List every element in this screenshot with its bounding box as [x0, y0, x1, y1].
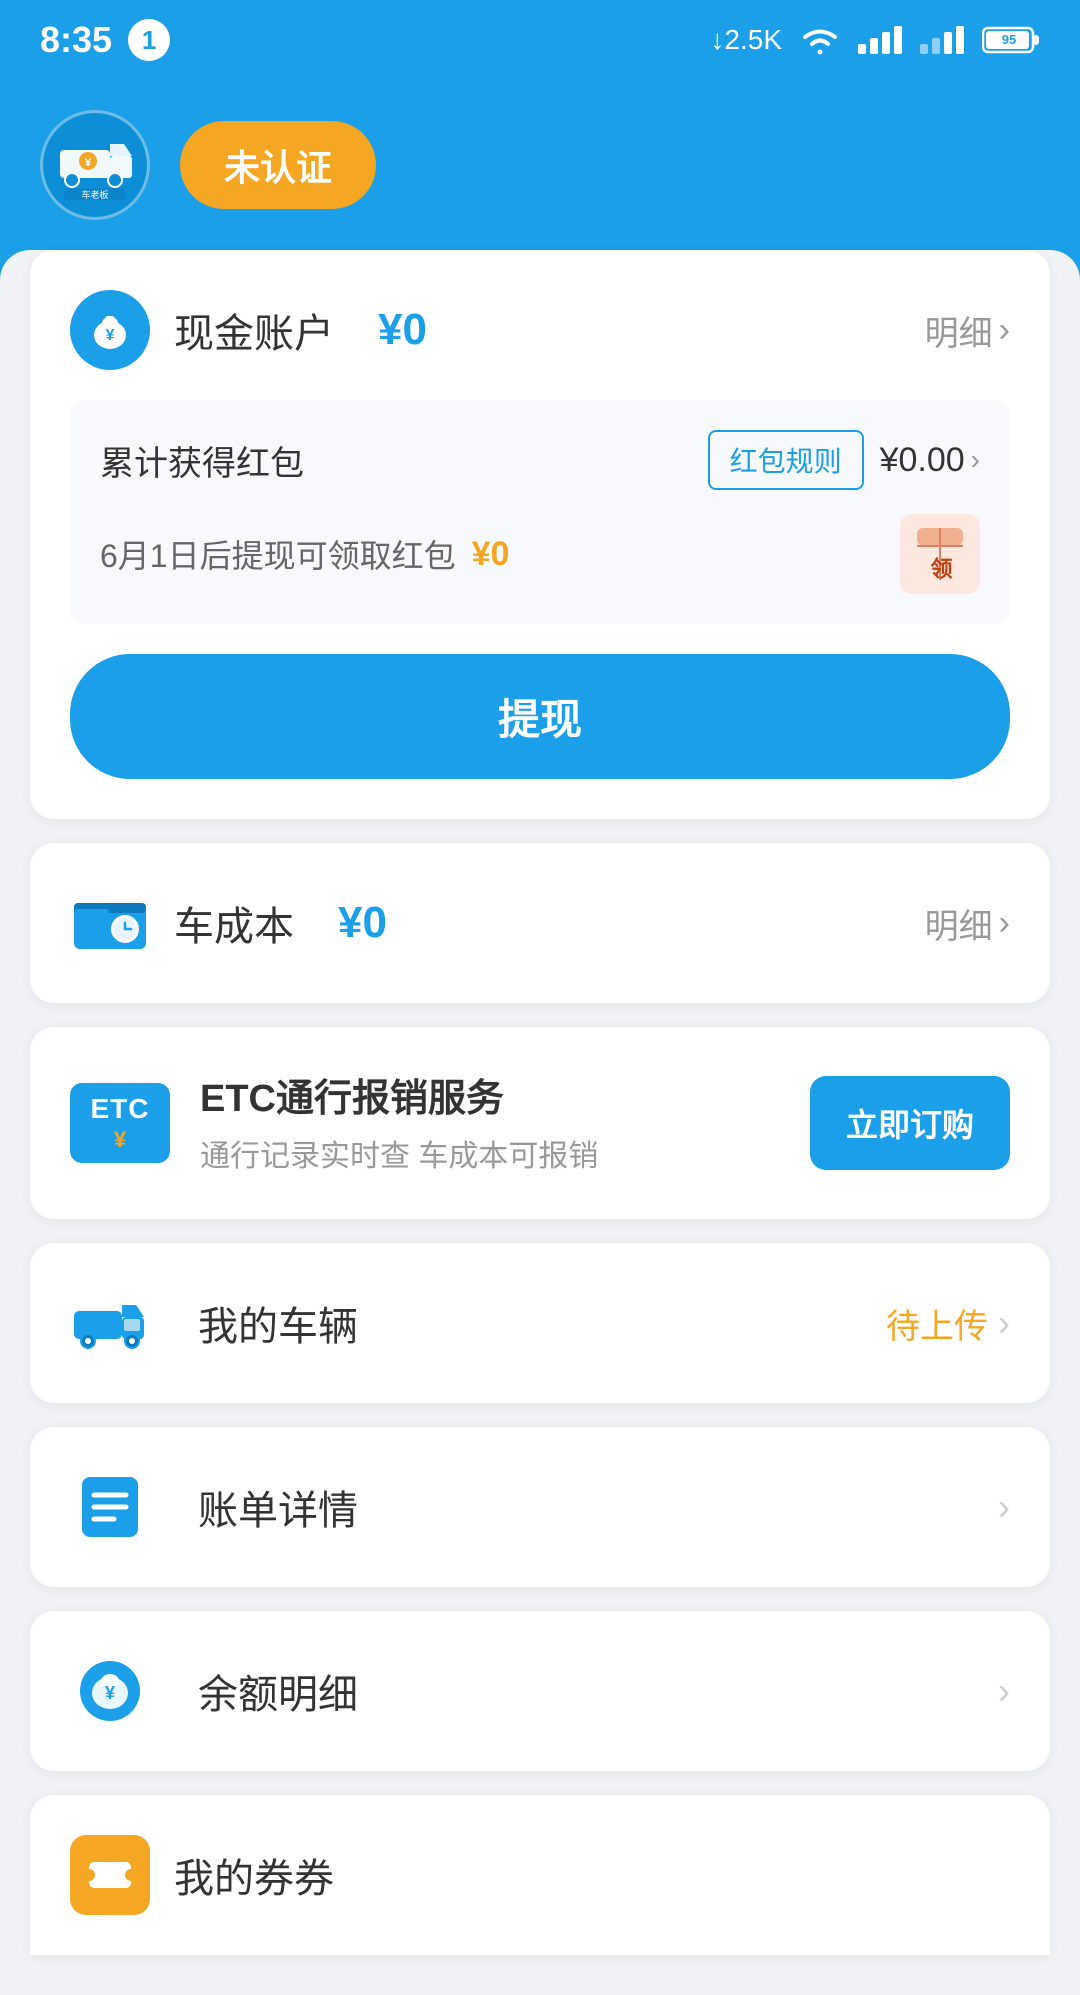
my-vehicle-left: 我的车辆 [70, 1283, 358, 1363]
bill-detail-row: 账单详情 › [70, 1467, 1010, 1547]
svg-text:95: 95 [1002, 32, 1016, 47]
bill-detail-right: › [998, 1486, 1010, 1528]
etc-icon: ETC ¥ [70, 1083, 170, 1163]
status-left: 8:35 1 [40, 19, 170, 61]
chevron-right-icon-3: › [998, 1670, 1010, 1712]
battery-icon: 95 [982, 25, 1040, 55]
redpacket-amount: ¥0.00 › [880, 441, 980, 480]
balance-icon: ¥ [70, 1651, 150, 1731]
balance-detail-left: ¥ 余额明细 [70, 1651, 358, 1731]
network-speed: ↓2.5K [710, 24, 782, 56]
redpacket-row1: 累计获得红包 红包规则 ¥0.00 › [100, 430, 980, 490]
bill-icon [70, 1467, 150, 1547]
signal-icon [858, 26, 902, 54]
etc-title: ETC通行报销服务 [200, 1067, 780, 1122]
bill-detail-card[interactable]: 账单详情 › [30, 1427, 1050, 1587]
coupon-left: ¥ 我的券券 [70, 1835, 334, 1915]
cash-account-title: 现金账户 [174, 301, 334, 359]
cash-account-amount: ¥0 [378, 305, 427, 355]
redpacket-rule-button[interactable]: 红包规则 [708, 430, 864, 490]
etc-info: ETC通行报销服务 通行记录实时查 车成本可报销 [200, 1067, 780, 1179]
vehicle-cost-detail-link[interactable]: 明细 › [925, 899, 1010, 948]
main-content: ¥ 现金账户 ¥0 明细 › 累计获得红包 红包规则 [0, 250, 1080, 1995]
cert-status-badge[interactable]: 未认证 [180, 121, 376, 209]
logo-svg: ¥ 车老板 [50, 120, 140, 210]
balance-detail-inner: ¥ 余额明细 › [30, 1611, 1050, 1771]
chevron-right-icon: › [998, 1302, 1010, 1344]
bill-detail-inner: 账单详情 › [30, 1427, 1050, 1587]
signal-icon-2 [920, 26, 964, 54]
cash-card-inner: ¥ 现金账户 ¥0 明细 › 累计获得红包 红包规则 [30, 250, 1050, 624]
my-vehicle-title: 我的车辆 [198, 1294, 358, 1352]
vehicle-cost-inner: 车成本 ¥0 明细 › [30, 843, 1050, 1003]
svg-text:¥: ¥ [106, 327, 115, 344]
etc-desc: 通行记录实时查 车成本可报销 [200, 1134, 780, 1179]
svg-text:¥: ¥ [85, 157, 92, 169]
cash-account-card: ¥ 现金账户 ¥0 明细 › 累计获得红包 红包规则 [30, 250, 1050, 819]
balance-detail-right: › [998, 1670, 1010, 1712]
my-vehicle-right: 待上传 › [886, 1299, 1010, 1348]
my-vehicle-row: 我的车辆 待上传 › [70, 1283, 1010, 1363]
withdraw-amount: ¥0 [472, 535, 510, 574]
cash-detail-link[interactable]: 明细 › [925, 306, 1010, 355]
balance-detail-title: 余额明细 [198, 1662, 358, 1720]
truck-icon [70, 1283, 150, 1363]
redpacket-row2: 6月1日后提现可领取红包 ¥0 领 [100, 514, 980, 594]
coupon-title: 我的券券 [174, 1846, 334, 1904]
pending-upload-text: 待上传 [886, 1299, 988, 1348]
withdraw-date-text: 6月1日后提现可领取红包 [100, 531, 456, 577]
etc-buy-button[interactable]: 立即订购 [810, 1076, 1010, 1170]
cash-left: ¥ 现金账户 ¥0 [70, 290, 427, 370]
bill-detail-left: 账单详情 [70, 1467, 358, 1547]
status-time: 8:35 [40, 19, 112, 61]
withdraw-button[interactable]: 提现 [70, 654, 1010, 779]
etc-card: ETC ¥ ETC通行报销服务 通行记录实时查 车成本可报销 立即订购 [30, 1027, 1050, 1219]
notification-badge: 1 [128, 19, 170, 61]
vehicle-cost-left: 车成本 ¥0 [70, 883, 387, 963]
claim-button[interactable]: 领 [900, 514, 980, 594]
bill-detail-title: 账单详情 [198, 1478, 358, 1536]
vehicle-cost-amount: ¥0 [338, 898, 387, 948]
svg-text:车老板: 车老板 [81, 189, 108, 200]
svg-text:¥: ¥ [105, 1683, 115, 1703]
vehicle-cost-row: 车成本 ¥0 明细 › [70, 883, 1010, 963]
app-logo: ¥ 车老板 [40, 110, 150, 220]
balance-detail-card[interactable]: ¥ 余额明细 › [30, 1611, 1050, 1771]
etc-card-inner: ETC ¥ ETC通行报销服务 通行记录实时查 车成本可报销 立即订购 [30, 1027, 1050, 1219]
vehicle-cost-title: 车成本 [174, 894, 294, 952]
money-bag-icon: ¥ [70, 290, 150, 370]
coupon-icon: ¥ [70, 1835, 150, 1915]
vehicle-cost-icon [70, 883, 150, 963]
claim-icon: 领 [913, 524, 967, 584]
svg-text:领: 领 [928, 556, 953, 583]
my-vehicle-inner: 我的车辆 待上传 › [30, 1243, 1050, 1403]
cash-header: ¥ 现金账户 ¥0 明细 › [70, 290, 1010, 370]
status-bar: 8:35 1 ↓2.5K [0, 0, 1080, 80]
balance-detail-row: ¥ 余额明细 › [70, 1651, 1010, 1731]
vehicle-cost-card: 车成本 ¥0 明细 › [30, 843, 1050, 1003]
redpacket-section: 累计获得红包 红包规则 ¥0.00 › 6月1日后提现可领取红包 ¥0 [70, 400, 1010, 624]
svg-text:¥: ¥ [106, 1867, 115, 1884]
chevron-right-icon-2: › [998, 1486, 1010, 1528]
wifi-icon [800, 24, 840, 56]
coupon-row: ¥ 我的券券 [70, 1835, 1010, 1915]
coupon-card-partial[interactable]: ¥ 我的券券 [30, 1795, 1050, 1955]
redpacket-label: 累计获得红包 [100, 436, 304, 485]
my-vehicle-card[interactable]: 我的车辆 待上传 › [30, 1243, 1050, 1403]
status-right: ↓2.5K 95 [710, 24, 1040, 56]
